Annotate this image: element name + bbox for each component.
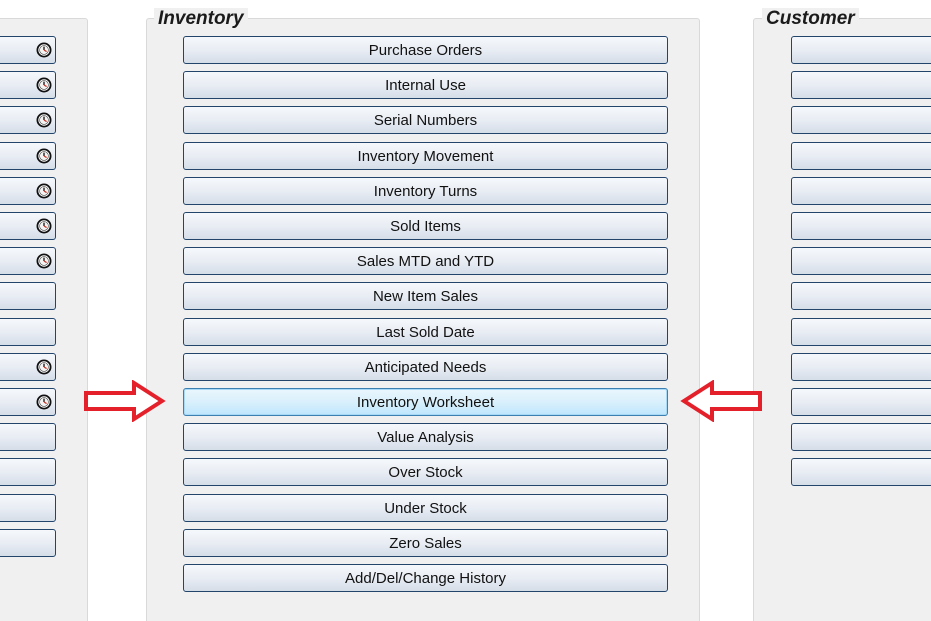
inventory-button-inventory-movement[interactable]: Inventory Movement xyxy=(183,142,668,170)
left-group-button[interactable] xyxy=(0,318,56,346)
clock-icon xyxy=(36,394,52,410)
inventory-button-anticipated-needs[interactable]: Anticipated Needs xyxy=(183,353,668,381)
inventory-button-inventory-turns[interactable]: Inventory Turns xyxy=(183,177,668,205)
left-arrow-icon xyxy=(680,380,762,422)
customer-button[interactable] xyxy=(791,353,931,381)
inventory-button-new-item-sales[interactable]: New Item Sales xyxy=(183,282,668,310)
inventory-button-purchase-orders[interactable]: Purchase Orders xyxy=(183,36,668,64)
left-group-button[interactable] xyxy=(0,106,56,134)
customer-button[interactable] xyxy=(791,106,931,134)
left-group-button[interactable] xyxy=(0,388,56,416)
left-group-button[interactable] xyxy=(0,529,56,557)
customer-button[interactable] xyxy=(791,71,931,99)
left-group-button[interactable] xyxy=(0,458,56,486)
left-group-button[interactable] xyxy=(0,36,56,64)
left-group-button[interactable] xyxy=(0,494,56,522)
clock-icon xyxy=(36,77,52,93)
inventory-button-internal-use[interactable]: Internal Use xyxy=(183,71,668,99)
customer-button[interactable] xyxy=(791,458,931,486)
clock-icon xyxy=(36,253,52,269)
inventory-button-zero-sales[interactable]: Zero Sales xyxy=(183,529,668,557)
customer-button[interactable] xyxy=(791,282,931,310)
inventory-button-sold-items[interactable]: Sold Items xyxy=(183,212,668,240)
clock-icon xyxy=(36,183,52,199)
customer-group-title: Customer xyxy=(762,8,859,30)
report-menu-window: Inventory Purchase Orders Internal Use Ser… xyxy=(0,0,931,621)
inventory-button-last-sold-date[interactable]: Last Sold Date xyxy=(183,318,668,346)
left-group-button[interactable] xyxy=(0,282,56,310)
left-group-button[interactable] xyxy=(0,142,56,170)
left-group-button[interactable] xyxy=(0,423,56,451)
inventory-button-sales-mtd-and-ytd[interactable]: Sales MTD and YTD xyxy=(183,247,668,275)
customer-button[interactable] xyxy=(791,212,931,240)
customer-button[interactable] xyxy=(791,247,931,275)
customer-button[interactable] xyxy=(791,318,931,346)
left-group-button[interactable] xyxy=(0,212,56,240)
customer-button[interactable] xyxy=(791,177,931,205)
customer-button[interactable] xyxy=(791,142,931,170)
customer-button[interactable] xyxy=(791,388,931,416)
inventory-button-inventory-worksheet[interactable]: Inventory Worksheet xyxy=(183,388,668,416)
inventory-button-under-stock[interactable]: Under Stock xyxy=(183,494,668,522)
customer-button[interactable] xyxy=(791,423,931,451)
left-group-button[interactable] xyxy=(0,177,56,205)
inventory-button-value-analysis[interactable]: Value Analysis xyxy=(183,423,668,451)
left-group-button[interactable] xyxy=(0,247,56,275)
customer-button[interactable] xyxy=(791,36,931,64)
clock-icon xyxy=(36,148,52,164)
inventory-button-over-stock[interactable]: Over Stock xyxy=(183,458,668,486)
left-group-button[interactable] xyxy=(0,353,56,381)
clock-icon xyxy=(36,42,52,58)
right-arrow-icon xyxy=(84,380,166,422)
inventory-group-title: Inventory xyxy=(154,8,248,30)
clock-icon xyxy=(36,218,52,234)
inventory-button-serial-numbers[interactable]: Serial Numbers xyxy=(183,106,668,134)
clock-icon xyxy=(36,112,52,128)
left-group-button[interactable] xyxy=(0,71,56,99)
clock-icon xyxy=(36,359,52,375)
inventory-button-add-del-change-history[interactable]: Add/Del/Change History xyxy=(183,564,668,592)
